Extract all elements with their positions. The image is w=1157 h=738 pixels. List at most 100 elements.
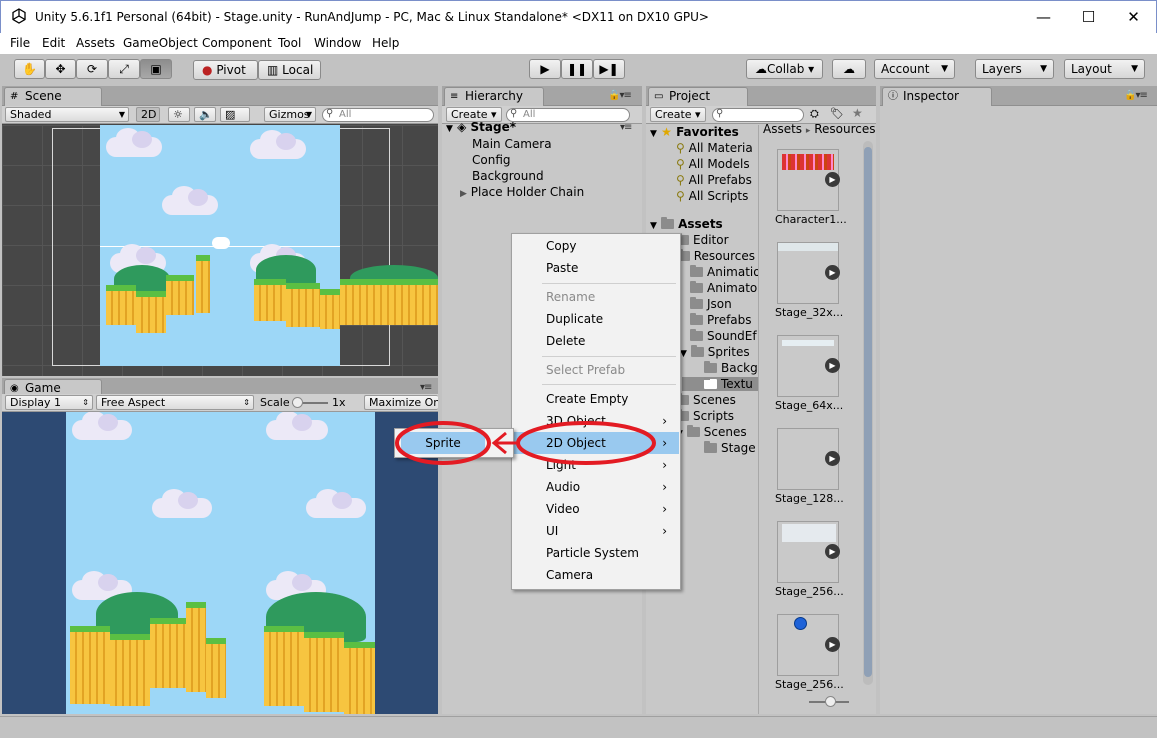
layers-dropdown[interactable]: Layers ▼ [975,59,1054,79]
hierarchy-item[interactable]: Config [472,153,511,167]
filter-label-icon[interactable]: 🏷 [830,107,844,120]
menu-item-delete[interactable]: Delete [513,330,679,352]
display-dropdown[interactable]: Display 1 ⇕ [5,395,93,410]
effects-dropdown[interactable]: ▨ [220,107,250,122]
play-icon[interactable]: ▶ [825,451,840,466]
local-toggle[interactable]: ▥ Local [258,60,321,80]
favorite-item[interactable]: ⚲ All Materia [676,141,753,155]
project-create-dropdown[interactable]: Create ▾ [650,107,706,122]
rect-tool-button[interactable]: ▣ [140,59,172,79]
maximize-on-play-toggle[interactable]: Maximize On P [364,395,438,410]
scrollbar-thumb[interactable] [864,147,872,677]
panel-options-icon[interactable]: ▾≡ [420,382,432,393]
pivot-toggle[interactable]: ● Pivot [193,60,258,80]
layout-dropdown[interactable]: Layout ▼ [1064,59,1145,79]
asset-thumbnail[interactable]: ▶ [777,335,840,397]
aspect-dropdown[interactable]: Free Aspect ⇕ [96,395,254,410]
folder-item-selected[interactable]: Textu [682,377,758,391]
menu-item-camera[interactable]: Camera [513,564,679,586]
menu-edit[interactable]: Edit [42,36,65,50]
folder-item[interactable]: Scripts [676,409,734,423]
folder-item[interactable]: ▼ Sprites [680,345,750,359]
folder-item[interactable]: Backg [704,361,758,375]
hierarchy-item-expandable[interactable]: ▶ Place Holder Chain [460,185,584,199]
folder-item[interactable]: Scenes [676,393,736,407]
folder-item[interactable]: Stage [704,441,756,455]
asset-thumbnail[interactable]: ▶ [777,428,840,490]
tab-project[interactable]: ▭ Project [648,87,748,106]
play-icon[interactable]: ▶ [825,265,840,280]
menu-item-create-empty[interactable]: Create Empty [513,388,679,410]
lighting-toggle[interactable]: ☼ [168,107,190,122]
breadcrumb-root[interactable]: Assets [763,122,802,136]
favorite-item[interactable]: ⚲ All Scripts [676,189,748,203]
scale-tool-button[interactable]: ⤢ [108,59,140,79]
play-icon[interactable]: ▶ [825,637,840,652]
folder-item[interactable]: Json [690,297,732,311]
favorite-item[interactable]: ⚲ All Models [676,157,750,171]
lock-icon[interactable]: 🔒▾≡ [1124,90,1148,101]
asset-thumbnail[interactable]: ▶ [777,149,840,211]
filter-type-icon[interactable]: ⛭ [810,107,819,121]
account-dropdown[interactable]: Account ▼ [874,59,955,79]
favorites-header[interactable]: ▼ ★ Favorites [650,125,739,139]
play-icon[interactable]: ▶ [825,172,840,187]
menu-item-copy[interactable]: Copy [513,235,679,257]
minimize-button[interactable]: — [1021,1,1066,33]
menu-item-duplicate[interactable]: Duplicate [513,308,679,330]
menu-item-video[interactable]: Video › [513,498,679,520]
menu-help[interactable]: Help [372,36,399,50]
folder-item[interactable]: Animato [690,281,757,295]
menu-item-paste[interactable]: Paste [513,257,679,279]
asset-thumbnail[interactable]: ▶ [777,242,840,304]
menu-item-2d-object[interactable]: 2D Object › [513,432,679,454]
tab-scene[interactable]: # Scene [4,87,102,106]
scene-search-input[interactable]: ⚲ All [322,108,434,122]
menu-window[interactable]: Window [314,36,361,50]
scene-viewport[interactable] [2,125,438,376]
audio-toggle[interactable]: 🔈 [194,107,216,122]
collab-dropdown[interactable]: ☁Collab ▾ [746,59,823,79]
folder-item[interactable]: Prefabs [690,313,752,327]
rotate-tool-button[interactable]: ⟳ [76,59,108,79]
menu-item-sprite[interactable]: Sprite [401,432,485,454]
play-icon[interactable]: ▶ [825,544,840,559]
folder-item[interactable]: SoundEf [690,329,757,343]
menu-item-audio[interactable]: Audio › [513,476,679,498]
menu-item-ui[interactable]: UI › [513,520,679,542]
folder-item[interactable]: ▼ Scenes [676,425,747,439]
scale-slider-thumb[interactable] [292,397,303,408]
hierarchy-scene-root[interactable]: ▼ ◈ Stage* [446,120,516,134]
star-icon[interactable]: ★ [852,106,863,120]
shading-mode-dropdown[interactable]: Shaded ▼ [5,107,129,122]
step-button[interactable]: ▶❚ [593,59,625,79]
play-icon[interactable]: ▶ [825,358,840,373]
breadcrumb-current[interactable]: Resources [814,122,875,136]
close-button[interactable]: ✕ [1111,1,1156,33]
game-viewport[interactable] [66,412,375,714]
menu-item-particle-system[interactable]: Particle System [513,542,679,564]
folder-item[interactable]: Animatio [690,265,758,279]
hierarchy-search-input[interactable]: ⚲ All [506,108,630,122]
favorite-item[interactable]: ⚲ All Prefabs [676,173,752,187]
tab-hierarchy[interactable]: ≡ Hierarchy [444,87,544,106]
asset-thumbnail[interactable]: ▶ [777,521,840,583]
lock-icon[interactable]: 🔒▾≡ [608,90,632,101]
menu-item-3d-object[interactable]: 3D Object › [513,410,679,432]
assets-header[interactable]: ▼ Assets [650,217,723,231]
asset-thumbnail[interactable]: ▶ [777,614,840,676]
menu-file[interactable]: File [10,36,30,50]
cloud-services-button[interactable]: ☁ [832,59,866,79]
menu-component[interactable]: Component [202,36,272,50]
folder-item[interactable]: Editor [676,233,729,247]
project-search-input[interactable]: ⚲ [712,108,804,122]
2d-mode-toggle[interactable]: 2D [136,107,160,122]
menu-tool[interactable]: Tool [278,36,301,50]
menu-item-light[interactable]: Light › [513,454,679,476]
hierarchy-item[interactable]: Background [472,169,544,183]
menu-assets[interactable]: Assets [76,36,115,50]
asset-grid-scrollbar[interactable] [863,141,873,685]
hierarchy-item[interactable]: Main Camera [472,137,552,151]
play-button[interactable]: ▶ [529,59,561,79]
move-tool-button[interactable]: ✥ [45,59,76,79]
